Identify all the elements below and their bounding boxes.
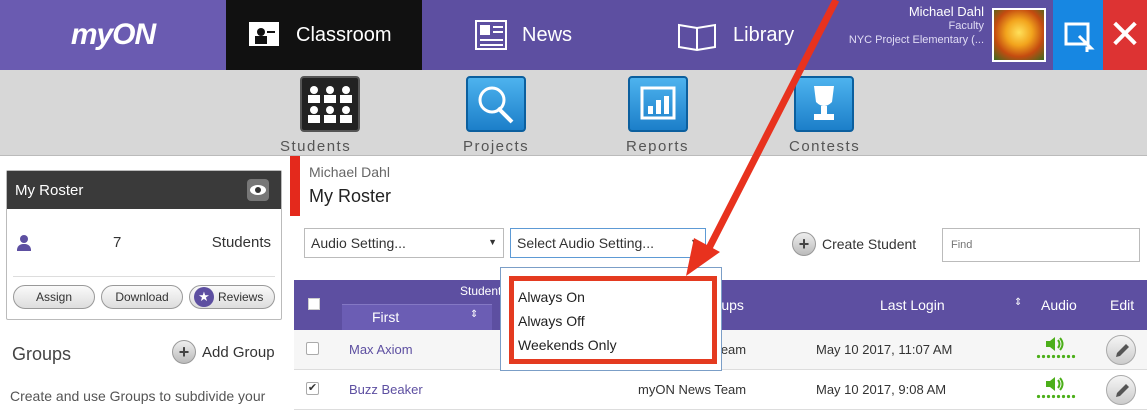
table-row: ✔ Buzz Beaker myON News Team May 10 2017… bbox=[294, 370, 1147, 410]
sort-icon: ⇕ bbox=[1014, 297, 1023, 308]
student-count-label: Students bbox=[211, 234, 271, 251]
speaker-icon bbox=[1046, 337, 1064, 351]
logo-text: myON bbox=[70, 18, 156, 51]
tab-classroom-label: Classroom bbox=[296, 23, 392, 46]
student-last-login: May 10 2017, 11:07 AM bbox=[816, 342, 953, 357]
groups-description: Create and use Groups to subdivide your bbox=[10, 388, 266, 404]
library-icon bbox=[677, 19, 717, 52]
reviews-button[interactable]: ★ Reviews bbox=[189, 285, 275, 309]
audio-setting-dropdown: Always On Always Off Weekends Only bbox=[500, 267, 722, 371]
roster-stats: 7 Students bbox=[13, 209, 275, 277]
top-nav-bar: myON Classroom News Library Michael Dahl… bbox=[0, 0, 1147, 70]
row-checkbox[interactable] bbox=[306, 342, 319, 355]
student-first-name[interactable]: Buzz Beaker bbox=[349, 382, 423, 397]
switch-view-icon bbox=[1064, 22, 1095, 52]
student-count: 7 bbox=[113, 234, 122, 251]
news-icon bbox=[474, 19, 507, 51]
sort-icon: ⇕ bbox=[470, 309, 479, 320]
audio-level-dots bbox=[1036, 394, 1076, 399]
assign-button[interactable]: Assign bbox=[13, 285, 95, 309]
audio-setting-select[interactable]: Select Audio Setting... ▼ bbox=[510, 228, 706, 258]
user-role: Faculty bbox=[948, 20, 984, 33]
find-input[interactable] bbox=[942, 228, 1140, 262]
subnav-projects-label[interactable]: Projects bbox=[463, 138, 529, 155]
option-always-on[interactable]: Always On bbox=[514, 287, 712, 311]
user-info[interactable]: Michael Dahl Faculty NYC Project Element… bbox=[848, 0, 990, 70]
roster-card: My Roster 7 Students Assign Download ★ R… bbox=[6, 170, 282, 320]
chevron-down-icon: ▼ bbox=[488, 237, 497, 247]
option-always-off[interactable]: Always Off bbox=[514, 311, 712, 335]
audio-status[interactable] bbox=[1036, 336, 1076, 362]
header-last-login[interactable]: Last Login bbox=[880, 297, 945, 313]
myon-logo[interactable]: myON bbox=[0, 0, 226, 70]
projects-icon[interactable] bbox=[466, 76, 526, 132]
student-last-login: May 10 2017, 9:08 AM bbox=[816, 382, 947, 397]
subnav-students-label[interactable]: Students bbox=[280, 138, 351, 155]
plus-icon: + bbox=[172, 340, 196, 364]
audio-setting-filter-value: Audio Setting... bbox=[311, 235, 406, 251]
create-student-label: Create Student bbox=[822, 236, 917, 252]
classroom-icon bbox=[248, 19, 280, 51]
reports-icon[interactable] bbox=[628, 76, 688, 132]
roster-card-title: My Roster bbox=[15, 181, 84, 199]
row-checkbox-checked[interactable]: ✔ bbox=[306, 382, 319, 395]
tab-news[interactable]: News bbox=[422, 0, 622, 70]
add-group-label: Add Group bbox=[202, 343, 275, 361]
user-name: Michael Dahl bbox=[908, 4, 984, 19]
teacher-name: Michael Dahl bbox=[309, 164, 390, 180]
tab-library[interactable]: Library bbox=[622, 0, 848, 70]
add-group-button[interactable]: + Add Group bbox=[172, 340, 275, 364]
highlighted-options-box: Always On Always Off Weekends Only bbox=[509, 276, 717, 364]
tab-classroom[interactable]: Classroom bbox=[226, 0, 422, 70]
audio-setting-select-value: Select Audio Setting... bbox=[517, 235, 654, 251]
subnav-contests-label[interactable]: Contests bbox=[789, 138, 860, 155]
user-school: NYC Project Elementary (... bbox=[848, 34, 984, 46]
close-icon: ✕ bbox=[1108, 13, 1142, 57]
option-weekends-only[interactable]: Weekends Only bbox=[514, 335, 712, 359]
download-button[interactable]: Download bbox=[101, 285, 183, 309]
student-group: myON News Team bbox=[638, 382, 747, 397]
star-icon: ★ bbox=[194, 287, 214, 307]
students-icon[interactable] bbox=[300, 76, 360, 132]
title-accent-bar bbox=[290, 156, 300, 216]
edit-icon[interactable] bbox=[1106, 375, 1136, 405]
tab-news-label: News bbox=[522, 23, 573, 46]
page-title: My Roster bbox=[309, 186, 392, 206]
select-all-checkbox[interactable] bbox=[308, 298, 320, 310]
plus-icon: + bbox=[792, 232, 816, 256]
audio-level-dots bbox=[1036, 354, 1076, 359]
eye-icon[interactable] bbox=[247, 179, 269, 201]
speaker-icon bbox=[1046, 377, 1064, 391]
close-button[interactable]: ✕ bbox=[1103, 0, 1147, 70]
groups-heading: Groups bbox=[12, 344, 72, 364]
student-first-name[interactable]: Max Axiom bbox=[349, 342, 413, 357]
roster-actions: Assign Download ★ Reviews bbox=[7, 277, 281, 317]
classroom-subnav: Students Projects Reports Contests bbox=[0, 70, 1147, 156]
audio-status[interactable] bbox=[1036, 376, 1076, 402]
tab-library-label: Library bbox=[733, 23, 795, 46]
reviews-label: Reviews bbox=[218, 290, 264, 304]
header-first: First bbox=[372, 309, 400, 325]
audio-setting-filter[interactable]: Audio Setting... ▼ bbox=[304, 228, 504, 258]
subnav-reports-label[interactable]: Reports bbox=[626, 138, 689, 155]
chevron-down-icon: ▼ bbox=[690, 237, 699, 247]
edit-icon[interactable] bbox=[1106, 335, 1136, 365]
header-audio: Audio bbox=[1041, 297, 1077, 313]
header-first-cell[interactable]: First ⇕ bbox=[342, 304, 492, 330]
avatar[interactable] bbox=[992, 8, 1046, 62]
roster-card-header: My Roster bbox=[7, 171, 281, 209]
contests-icon[interactable] bbox=[794, 76, 854, 132]
person-icon bbox=[17, 234, 31, 251]
create-student-button[interactable]: + Create Student bbox=[792, 232, 916, 256]
switch-view-button[interactable] bbox=[1053, 0, 1103, 70]
header-edit: Edit bbox=[1110, 297, 1135, 313]
